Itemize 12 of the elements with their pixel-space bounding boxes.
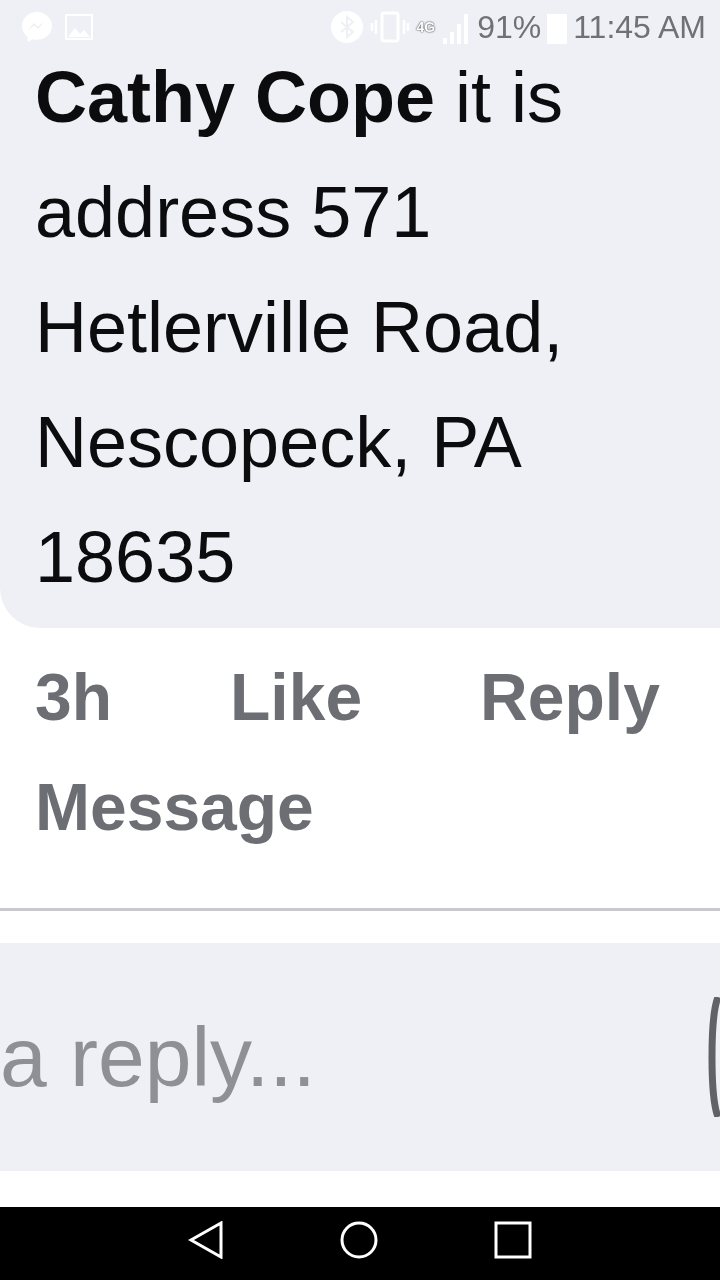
- back-icon[interactable]: [188, 1221, 224, 1259]
- reply-field[interactable]: a reply...: [0, 943, 720, 1171]
- comment-action-link[interactable]: Reply: [480, 642, 660, 752]
- comment-action-link[interactable]: 3h: [35, 642, 113, 752]
- overview-icon[interactable]: [494, 1221, 532, 1259]
- comment-text: Cathy Cope it is address 571 Hetlerville Road, Nescopeck, PA 18635: [35, 56, 565, 599]
- clock: 11:45 AM: [573, 8, 706, 46]
- comment-action-link[interactable]: Like: [230, 642, 363, 752]
- home-icon[interactable]: [340, 1221, 378, 1259]
- battery-percent: 91%: [477, 8, 542, 46]
- comment-action-link[interactable]: Message: [35, 752, 314, 862]
- network-label: 4G: [416, 19, 436, 35]
